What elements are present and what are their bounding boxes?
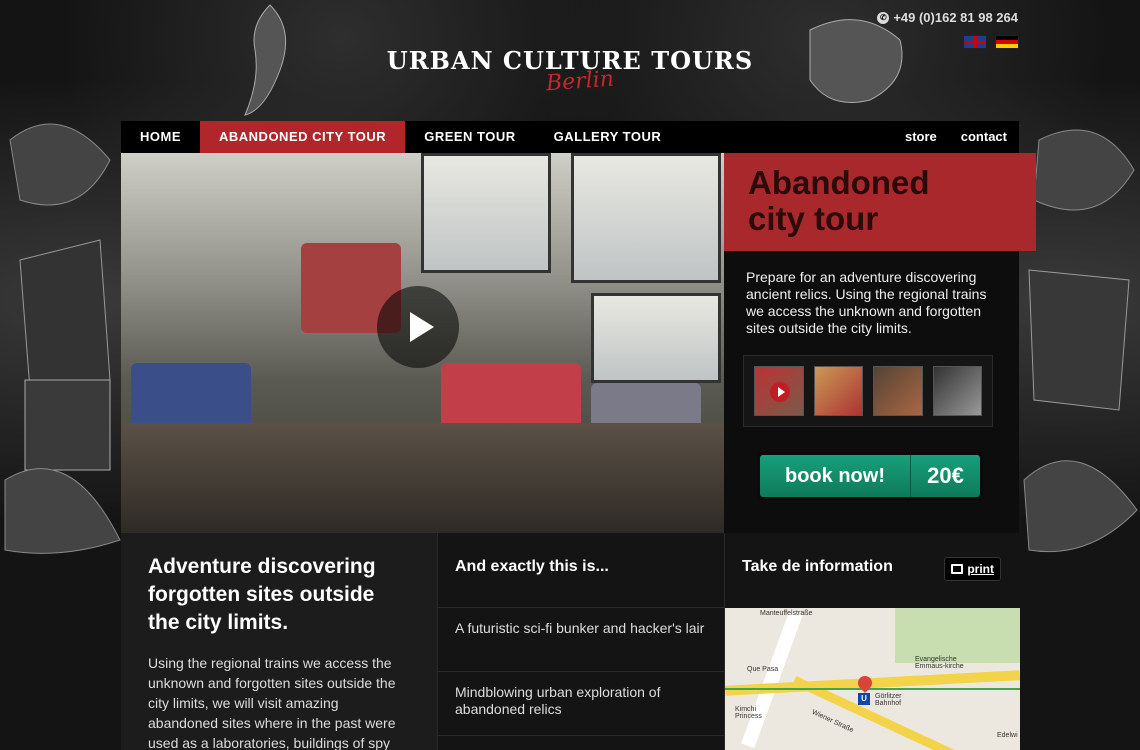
intro-heading: Adventure discovering forgotten sites ou…	[148, 555, 376, 634]
image-thumbnail[interactable]	[932, 366, 982, 416]
tour-price: 20€	[927, 463, 964, 488]
nav-secondary: store contact	[893, 121, 1019, 153]
map-label: Wiener Straße	[810, 708, 855, 735]
nav-contact[interactable]: contact	[949, 121, 1019, 153]
map-label: Görlitzer Bahnhof	[875, 693, 902, 707]
intro-body: Using the regional trains we access the …	[148, 655, 396, 750]
highlight-item: A futuristic sci-fi bunker and hacker's …	[438, 608, 724, 672]
phone-icon: ✆	[877, 11, 890, 24]
map-transit-line	[725, 688, 1020, 690]
highlights-column: And exactly this is... A futuristic sci-…	[437, 533, 724, 750]
nav-gallery-tour[interactable]: GALLERY TOUR	[535, 121, 681, 153]
main-navigation: HOME ABANDONED CITY TOUR GREEN TOUR GALL…	[121, 121, 1019, 153]
map-label: Kimchi Princess	[735, 706, 762, 720]
logo-subtitle: Berlin	[545, 66, 615, 97]
book-now-label: book now!	[785, 464, 885, 487]
rubble-floor	[121, 423, 724, 533]
video-thumbnail[interactable]	[754, 366, 804, 416]
print-button[interactable]: print	[944, 557, 1001, 581]
phone-number[interactable]: ✆ +49 (0)162 81 98 264	[877, 10, 1018, 25]
map-label: Que Pasa	[747, 666, 779, 673]
factory-window	[421, 153, 551, 273]
information-column: Take de information print Manteuffelstra…	[724, 533, 1020, 750]
left-illustration-decoration	[4, 123, 121, 554]
book-now-button[interactable]: book now! 20€	[757, 452, 983, 500]
map-park	[895, 608, 1020, 663]
tour-sidebar: Abandoned city tour Prepare for an adven…	[724, 153, 1036, 533]
right-illustration-decoration	[1023, 129, 1138, 553]
media-thumbnails	[743, 355, 993, 427]
map-label: Evangelische Emmaus-kirche	[915, 656, 964, 670]
nav-abandoned-city-tour[interactable]: ABANDONED CITY TOUR	[200, 121, 406, 153]
ubahn-icon: U	[858, 693, 870, 705]
tour-title-line2: city tour	[748, 200, 879, 237]
play-icon	[770, 382, 790, 402]
information-header: Take de information print	[725, 533, 1019, 608]
highlight-item: Mindblowing urban exploration of abandon…	[438, 672, 724, 736]
highlights-heading: And exactly this is...	[438, 533, 724, 608]
play-video-button[interactable]	[377, 286, 459, 368]
map-label: Manteuffelstraße	[760, 610, 813, 617]
image-thumbnail[interactable]	[813, 366, 863, 416]
map-label: Edelwi	[997, 732, 1018, 739]
location-map[interactable]: Manteuffelstraße Que Pasa Evangelische E…	[725, 608, 1020, 750]
tour-description: Prepare for an adventure discovering anc…	[746, 269, 987, 336]
tour-title-line1: Abandoned	[748, 164, 930, 201]
print-label: print	[967, 562, 994, 576]
image-thumbnail[interactable]	[873, 366, 923, 416]
nav-store[interactable]: store	[893, 121, 949, 153]
tour-title-box: Abandoned city tour	[724, 153, 1036, 251]
hero-video[interactable]	[121, 153, 724, 533]
site-logo[interactable]: URBAN CULTURE TOURS Berlin	[0, 46, 1140, 97]
play-icon	[410, 312, 434, 342]
factory-window	[571, 153, 721, 283]
factory-window	[591, 293, 721, 383]
phone-text: +49 (0)162 81 98 264	[893, 10, 1018, 25]
printer-icon	[951, 564, 964, 574]
information-heading: Take de information	[742, 558, 893, 575]
intro-column: Adventure discovering forgotten sites ou…	[121, 533, 437, 750]
nav-green-tour[interactable]: GREEN TOUR	[405, 121, 534, 153]
nav-home[interactable]: HOME	[121, 121, 200, 153]
